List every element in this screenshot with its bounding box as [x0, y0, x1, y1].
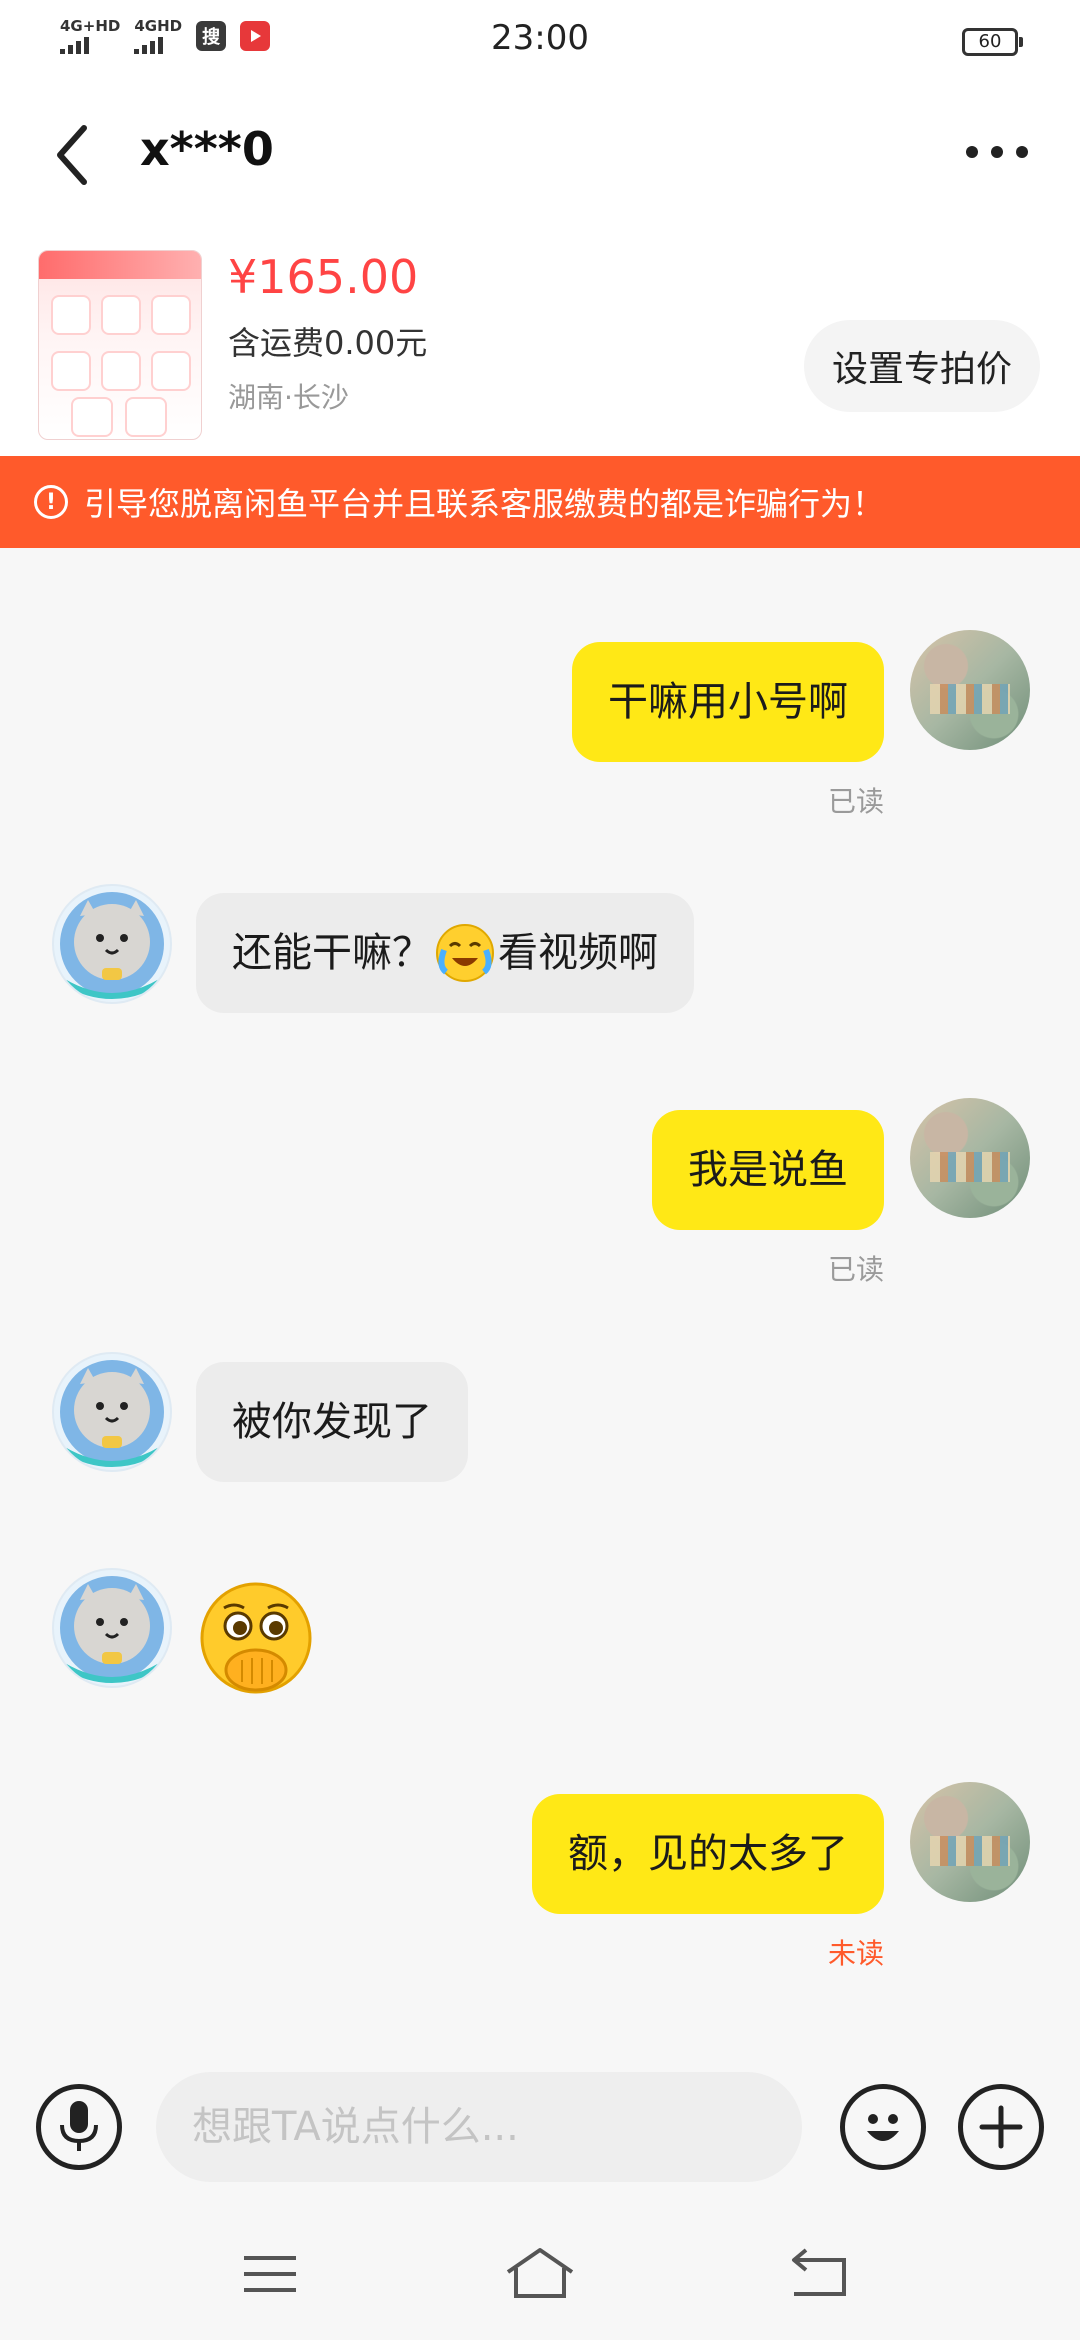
battery-icon: 60: [962, 28, 1023, 56]
my-avatar[interactable]: [910, 630, 1030, 750]
partner-avatar[interactable]: [52, 1568, 172, 1688]
shipping-fee: 含运费0.00元: [228, 324, 428, 362]
clock: 23:00: [491, 18, 589, 58]
more-options-icon[interactable]: [962, 132, 1032, 172]
unread-status: 未读: [828, 1937, 885, 1970]
message-text: 被你发现了: [232, 1399, 432, 1445]
microphone-icon: [60, 2101, 98, 2151]
warning-text: 引导您脱离闲鱼平台并且联系客服缴费的都是诈骗行为！: [84, 485, 885, 523]
system-nav-bar: [0, 2200, 1080, 2340]
back-arrow-icon[interactable]: [48, 120, 98, 190]
chat-screen: 4G+HD 4GHD 搜 23:00 60 x***0 ¥165.00 含运费0…: [0, 0, 1080, 2340]
product-thumbnail[interactable]: [38, 250, 202, 440]
message-text: 我是说鱼: [688, 1147, 848, 1193]
chat-partner-name: x***0: [140, 122, 274, 176]
message-text: 额，见的太多了: [568, 1831, 848, 1877]
product-location: 湖南·长沙: [228, 381, 349, 414]
product-card[interactable]: ¥165.00 含运费0.00元 湖南·长沙 设置专拍价: [0, 230, 1080, 456]
plus-icon: [979, 2105, 1023, 2149]
read-status: 已读: [828, 785, 885, 818]
emoji-button[interactable]: [840, 2084, 926, 2170]
home-icon[interactable]: [500, 2244, 580, 2304]
my-avatar[interactable]: [910, 1098, 1030, 1218]
chat-header: x***0: [0, 80, 1080, 230]
message-text: 看视频啊: [498, 930, 658, 976]
crying-laughing-emoji-icon: [436, 924, 494, 982]
message-input[interactable]: [156, 2072, 802, 2182]
add-attachment-button[interactable]: [958, 2084, 1044, 2170]
my-avatar[interactable]: [910, 1782, 1030, 1902]
message-bubble[interactable]: 额，见的太多了: [532, 1794, 884, 1914]
message-bubble[interactable]: 我是说鱼: [652, 1110, 884, 1230]
set-special-price-button[interactable]: 设置专拍价: [803, 320, 1040, 412]
shy-covering-mouth-emoji-icon[interactable]: [196, 1578, 316, 1698]
message-text: 干嘛用小号啊: [608, 679, 848, 725]
message-bubble[interactable]: 干嘛用小号啊: [572, 642, 884, 762]
message-bubble[interactable]: 被你发现了: [196, 1362, 468, 1482]
status-bar: 4G+HD 4GHD 搜 23:00 60: [0, 0, 1080, 80]
message-bubble[interactable]: 还能干嘛？ 看视频啊: [196, 893, 694, 1013]
product-price: ¥165.00: [228, 250, 419, 304]
smiley-icon: [867, 2114, 899, 2141]
fraud-warning-banner: ! 引导您脱离闲鱼平台并且联系客服缴费的都是诈骗行为！: [0, 456, 1080, 548]
message-text: 还能干嘛？: [232, 930, 432, 976]
partner-avatar[interactable]: [52, 1352, 172, 1472]
exclamation-circle-icon: !: [34, 485, 68, 519]
voice-input-button[interactable]: [36, 2084, 122, 2170]
read-status: 已读: [828, 1253, 885, 1286]
menu-icon[interactable]: [230, 2244, 310, 2304]
back-nav-icon[interactable]: [780, 2244, 860, 2304]
partner-avatar[interactable]: [52, 884, 172, 1004]
message-input-bar: [0, 2040, 1080, 2200]
